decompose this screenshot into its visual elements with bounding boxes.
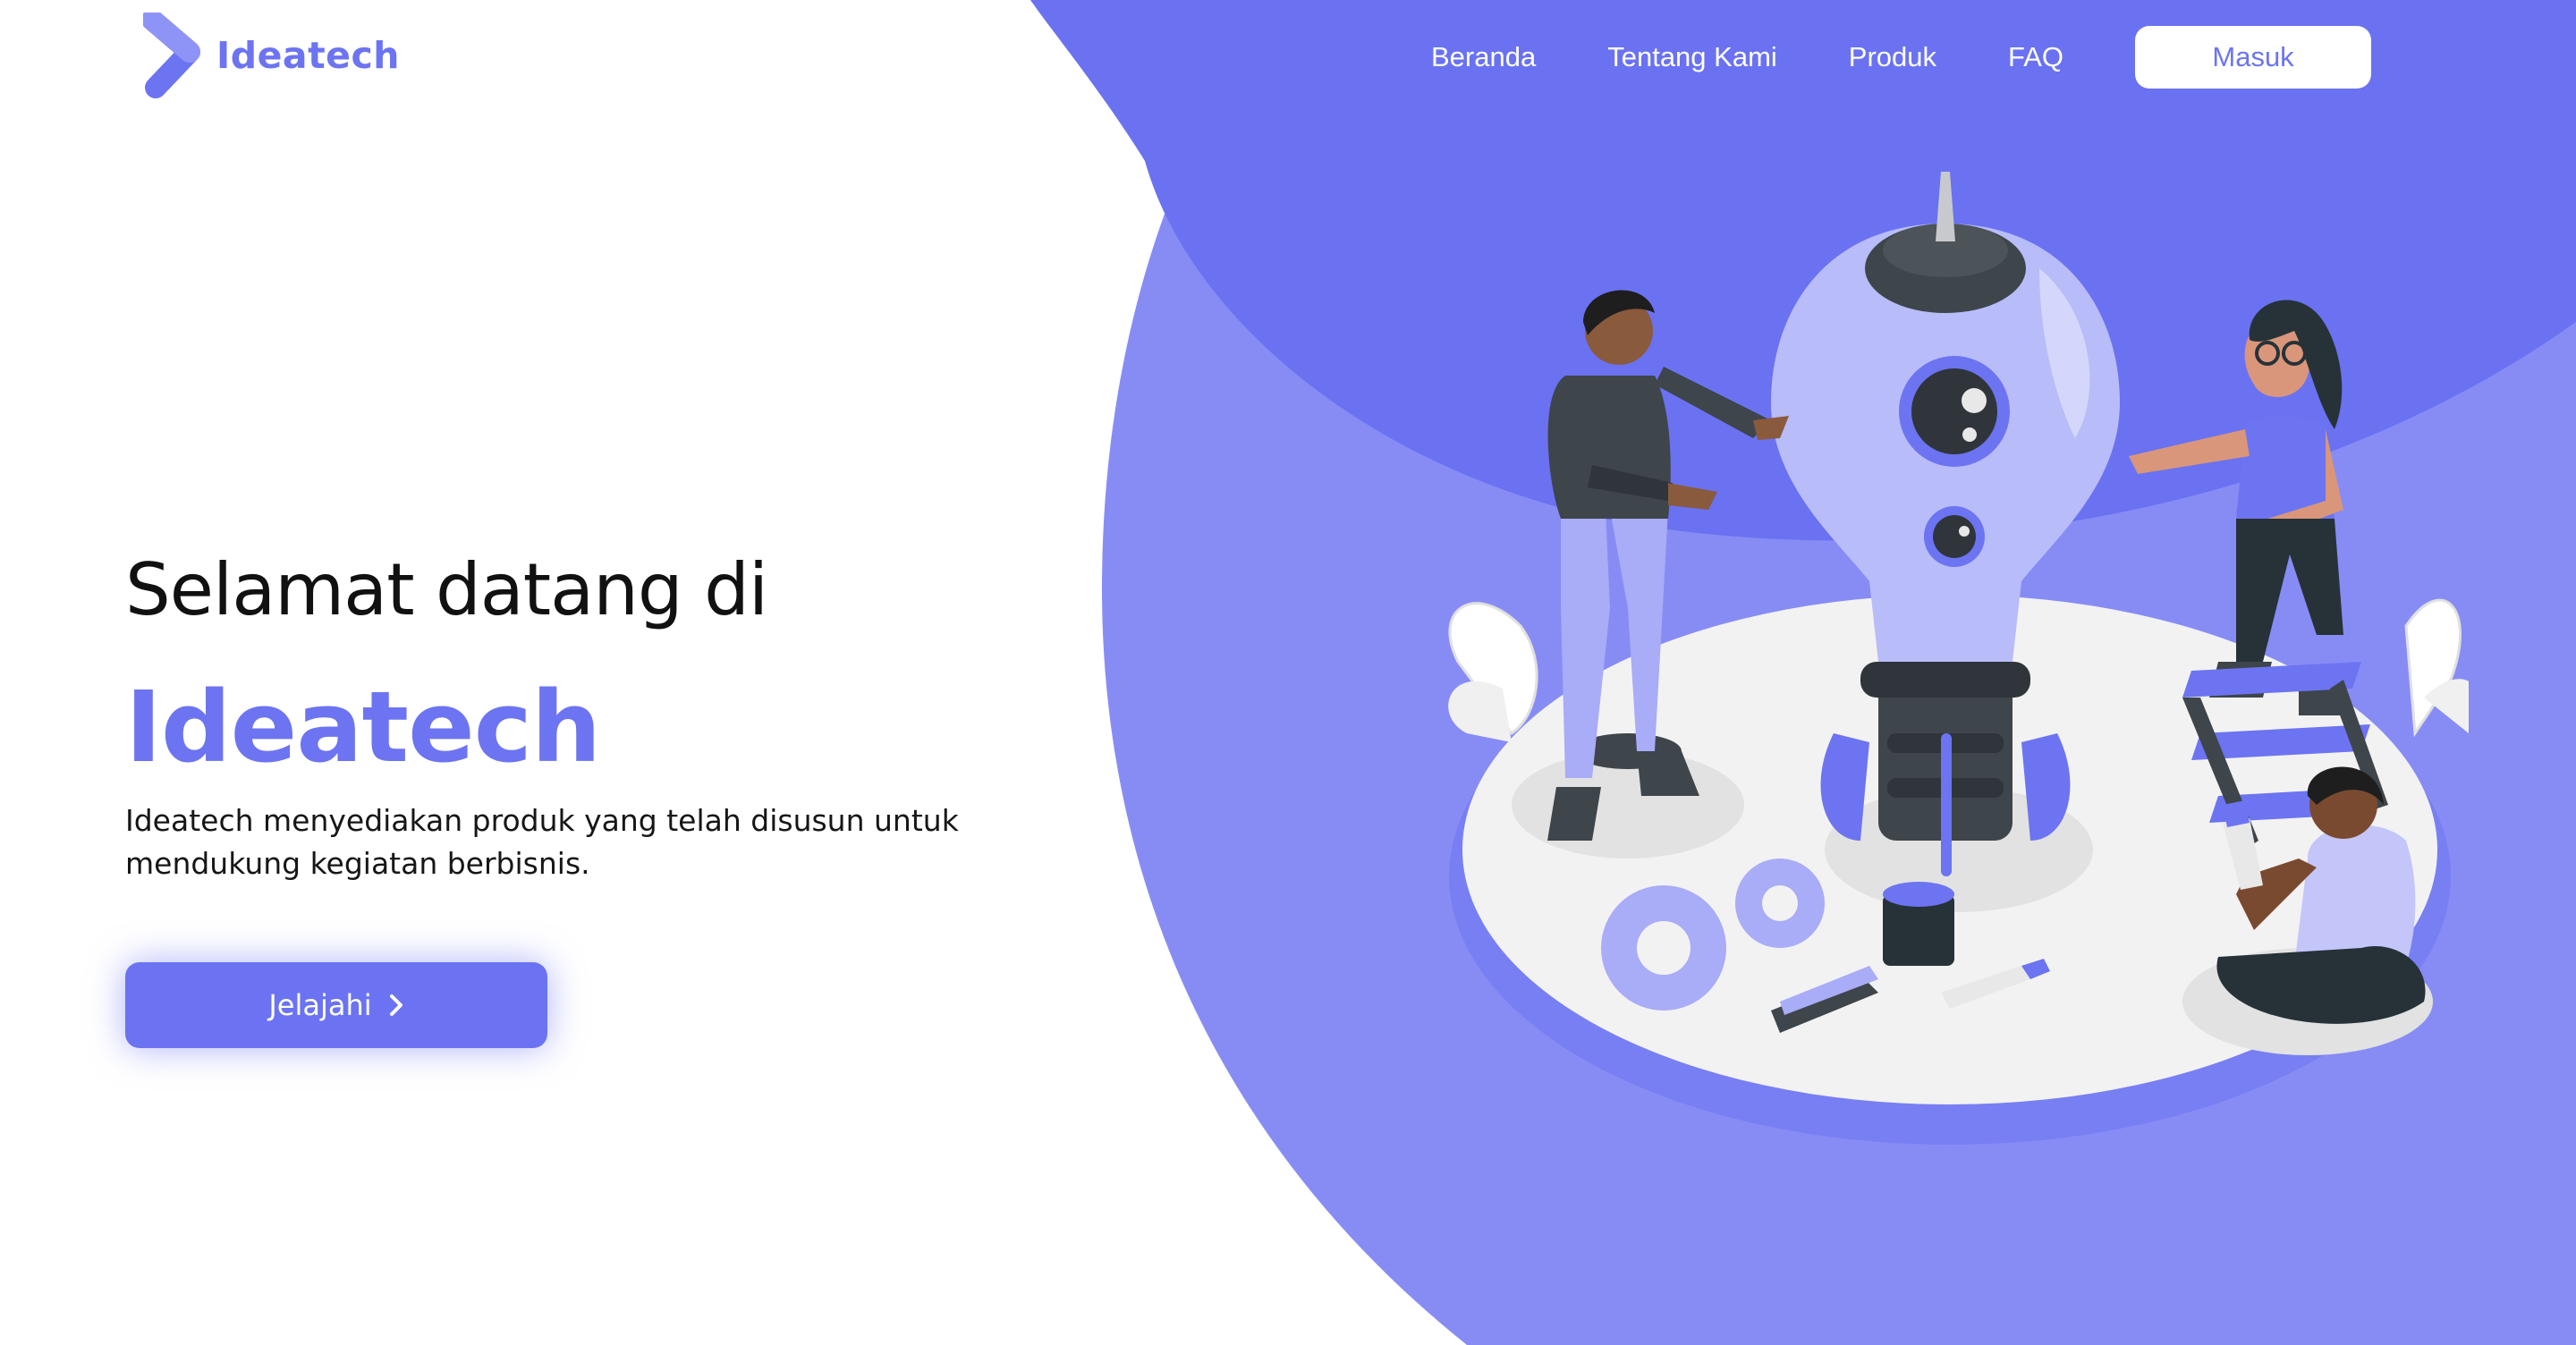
nav-link-tentang-kami[interactable]: Tentang Kami <box>1607 41 1777 73</box>
brand-logo[interactable]: Ideatech <box>143 11 400 100</box>
hero-section: Selamat datang di Ideatech Ideatech meny… <box>125 554 1020 1048</box>
hero-description: Ideatech menyediakan produk yang telah d… <box>125 803 959 881</box>
nav-link-beranda[interactable]: Beranda <box>1431 41 1536 73</box>
explore-button-label: Jelajahi <box>268 988 372 1022</box>
explore-button[interactable]: Jelajahi <box>125 962 547 1048</box>
chevron-logo-icon <box>143 13 200 98</box>
brand-name: Ideatech <box>216 34 400 77</box>
login-button[interactable]: Masuk <box>2135 26 2372 89</box>
nav-link-faq[interactable]: FAQ <box>2008 41 2063 73</box>
hero-brand-heading: Ideatech <box>125 670 601 784</box>
hero-welcome-heading: Selamat datang di <box>125 548 768 631</box>
nav-link-produk[interactable]: Produk <box>1849 41 1936 73</box>
chevron-right-icon <box>389 994 402 1016</box>
hero-illustration <box>1413 161 2479 1180</box>
main-nav: Beranda Tentang Kami Produk FAQ Masuk <box>1431 25 2372 89</box>
